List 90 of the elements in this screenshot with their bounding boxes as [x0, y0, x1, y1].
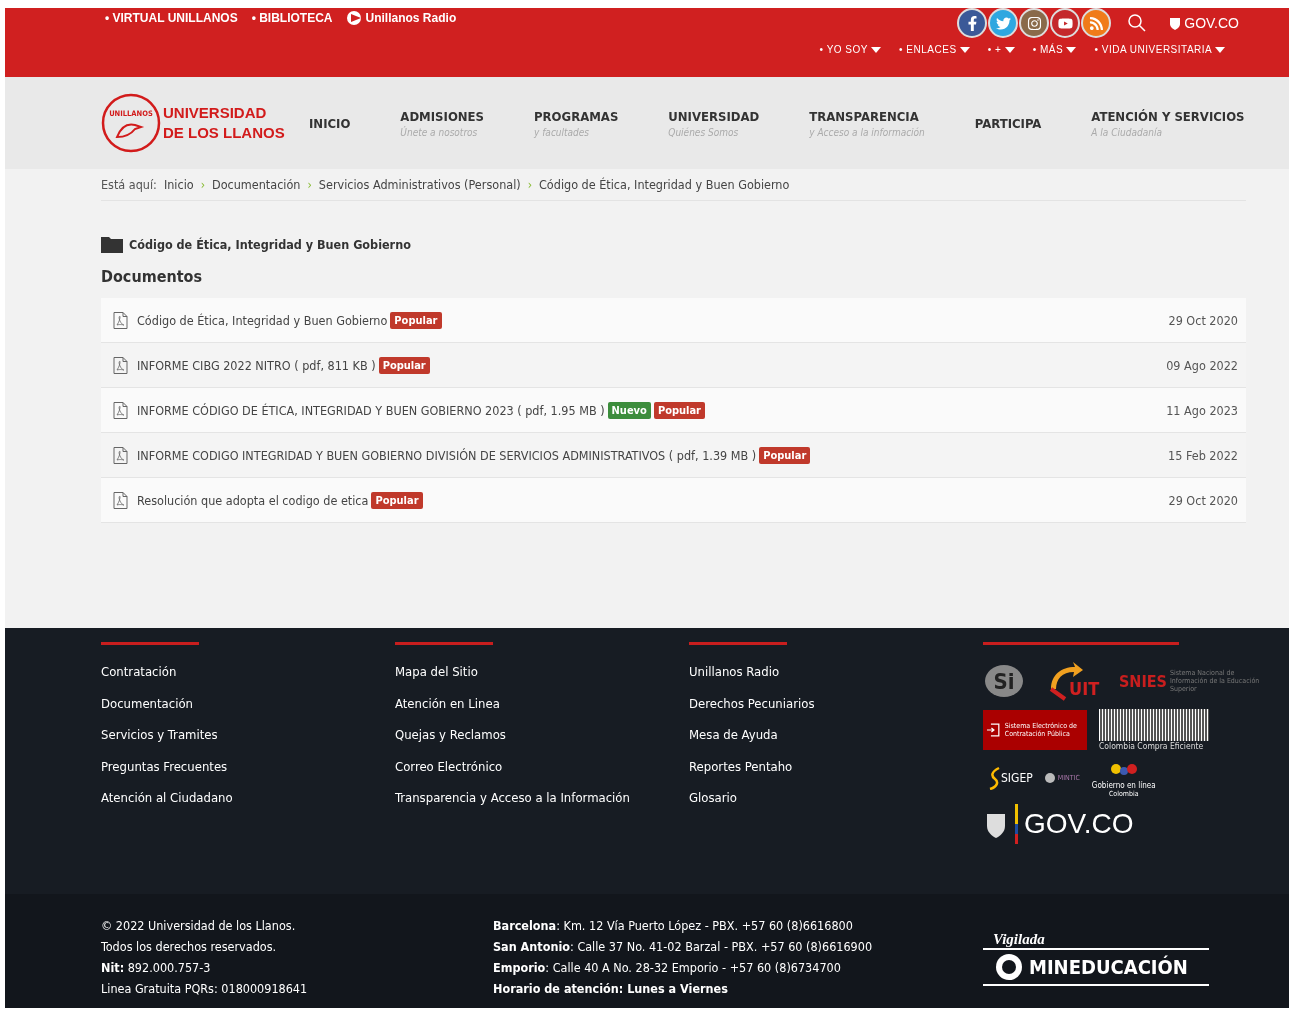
footer-link[interactable]: Correo Electrónico — [395, 758, 689, 791]
nav-item[interactable]: PARTICIPA — [974, 115, 1042, 131]
popular-tag: Popular — [378, 356, 430, 374]
address-text: Emporio: Calle 40 A No. 28-32 Emporio - +57 60 (8)6734700 — [493, 960, 842, 977]
twitter-icon[interactable] — [988, 8, 1019, 38]
govco-logo: GOV.CO — [1024, 808, 1134, 840]
caret-icon — [959, 47, 970, 53]
footer-link[interactable]: Unillanos Radio — [689, 664, 983, 696]
new-tag: Nuevo — [607, 401, 651, 419]
flag-stripe-icon — [1015, 804, 1018, 844]
radio-link[interactable]: Unillanos Radio — [346, 11, 457, 25]
youtube-icon[interactable] — [1050, 8, 1081, 38]
rss-icon[interactable] — [1081, 8, 1112, 38]
search-icon[interactable] — [1128, 14, 1147, 32]
breadcrumb-link[interactable]: Servicios Administrativos (Personal) — [318, 177, 521, 192]
pdf-file-icon — [113, 491, 128, 509]
pdf-file-icon — [113, 446, 128, 464]
menu-item[interactable]: • VIDA UNIVERSITARIA — [1094, 44, 1225, 55]
address-text: San Antonio: Calle 37 No. 41-02 Barzal - PBX. +57 60 (8)6616900 — [493, 939, 874, 956]
shield-icon — [1169, 16, 1182, 30]
document-date: 29 Oct 2020 — [1168, 492, 1238, 508]
menu-item[interactable]: • YO SOY — [819, 44, 882, 55]
category-title: Código de Ética, Integridad y Buen Gobierno — [129, 236, 411, 252]
sigep-logo: SIGEP — [989, 765, 1033, 790]
footer-link[interactable]: Contratación — [101, 664, 395, 696]
document-link[interactable]: INFORME CIBG 2022 NITRO ( pdf, 811 KB ) — [137, 357, 376, 373]
si-logo: Si — [983, 663, 1025, 699]
footer-text: Linea Gratuita PQRs: 018000918641 — [101, 981, 309, 998]
popular-tag: Popular — [653, 401, 705, 419]
footer-link[interactable]: Reportes Pentaho — [689, 758, 983, 791]
breadcrumb-link[interactable]: Documentación — [212, 177, 301, 192]
caret-icon — [1215, 47, 1225, 53]
instagram-icon[interactable] — [1019, 8, 1050, 38]
pdf-file-icon — [113, 311, 128, 329]
nav-item[interactable]: PROGRAMAS y facultades — [534, 108, 619, 138]
footer-link[interactable]: Atención en Linea — [395, 695, 689, 728]
mineducacion-seal: Vigilada MINEDUCACIÓN — [983, 931, 1209, 1008]
menu-item[interactable]: • MÁS — [1032, 44, 1077, 55]
breadcrumb-separator: › — [200, 177, 205, 192]
footer-text: © 2022 Universidad de los Llanos. — [101, 918, 297, 935]
footer-link[interactable]: Preguntas Frecuentes — [101, 758, 395, 791]
logo-text: DE LOS LLANOS — [163, 123, 285, 143]
footer-link[interactable]: Glosario — [689, 790, 983, 822]
footer-link[interactable]: Documentación — [101, 695, 395, 728]
logo-text: UNIVERSIDAD — [163, 103, 268, 123]
menu-item[interactable]: • ENLACES — [899, 44, 970, 55]
menu-item[interactable]: • + — [987, 44, 1015, 55]
document-date: 29 Oct 2020 — [1168, 312, 1238, 328]
popular-tag: Popular — [390, 311, 442, 329]
breadcrumb-separator: › — [527, 177, 532, 192]
footer-link[interactable]: Quejas y Reclamos — [395, 727, 689, 759]
nav-item[interactable]: UNIVERSIDAD Quiénes Somos — [668, 108, 760, 138]
breadcrumb-link[interactable]: Código de Ética, Integridad y Buen Gobierno — [539, 177, 790, 192]
caret-icon — [871, 47, 882, 53]
document-date: 11 Ago 2023 — [1166, 402, 1238, 418]
caret-icon — [1066, 47, 1077, 53]
document-link[interactable]: Resolución que adopta el codigo de etica — [137, 492, 369, 508]
footer-link[interactable]: Derechos Pecuniarios — [689, 695, 983, 728]
section-title: Documentos — [101, 267, 203, 286]
colombia-compra-logo: Colombia Compra Eficiente — [1099, 709, 1209, 751]
caret-icon — [1004, 47, 1015, 53]
breadcrumb-separator: › — [307, 177, 312, 192]
footer-link[interactable]: Servicios y Tramites — [101, 727, 395, 759]
footer-link[interactable]: Mapa del Sitio — [395, 664, 689, 696]
facebook-icon[interactable] — [957, 8, 988, 38]
address-text: Barcelona: Km. 12 Vía Puerto López - PBX. +57 60 (8)6616800 — [493, 918, 854, 935]
footer-link[interactable]: Mesa de Ayuda — [689, 727, 983, 759]
pdf-file-icon — [113, 356, 128, 374]
footer-text: Nit: 892.000.757-3 — [101, 960, 212, 977]
breadcrumb-label: Está aquí: — [101, 177, 157, 192]
govco-link[interactable]: GOV.CO — [1169, 15, 1239, 31]
document-date: 09 Ago 2022 — [1166, 357, 1238, 373]
play-icon — [346, 11, 363, 25]
footer-link[interactable]: Transparencia y Acceso a la Información — [395, 790, 689, 822]
suit-logo: UIT — [1047, 659, 1107, 703]
popular-tag: Popular — [371, 491, 423, 509]
popular-tag: Popular — [759, 446, 811, 464]
folder-icon — [101, 235, 123, 253]
address-text: Horario de atención: Lunes a Viernes — [493, 981, 729, 998]
document-date: 15 Feb 2022 — [1168, 447, 1238, 463]
top-link[interactable]: • VIRTUAL UNILLANOS — [105, 11, 238, 25]
footer-link[interactable]: Atención al Ciudadano — [101, 790, 395, 822]
document-link[interactable]: Código de Ética, Integridad y Buen Gobierno — [137, 312, 388, 328]
document-link[interactable]: INFORME CÓDIGO DE ÉTICA, INTEGRIDAD Y BUEN GOBIERNO 2023 ( pdf, 1.95 MB ) — [137, 402, 605, 418]
top-link[interactable]: • BIBLIOTECA — [251, 11, 333, 25]
pdf-file-icon — [113, 401, 128, 419]
breadcrumb-link[interactable]: Inicio — [163, 177, 194, 192]
document-link[interactable]: INFORME CODIGO INTEGRIDAD Y BUEN GOBIERNO DIVISIÓN DE SERVICIOS ADMINISTRATIVOS ( pdf, 1.39 MB ) — [137, 447, 757, 463]
footer-text: Todos los derechos reservados. — [101, 939, 278, 956]
nav-item[interactable]: INICIO — [309, 115, 351, 131]
